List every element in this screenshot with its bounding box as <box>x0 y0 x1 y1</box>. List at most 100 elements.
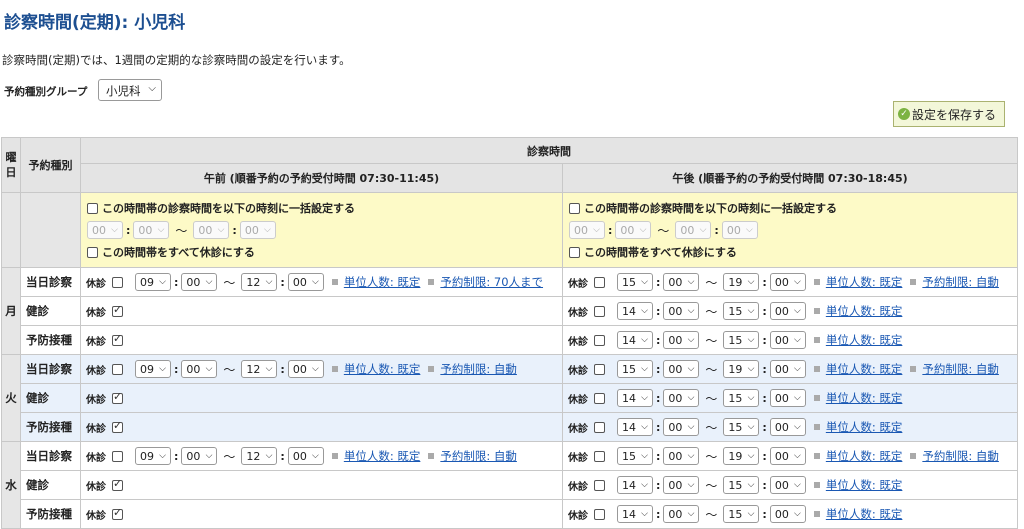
closed-checkbox[interactable] <box>112 303 123 317</box>
time-select[interactable]: 12 ⌵ <box>241 273 278 291</box>
time-select[interactable]: 09 ⌵ <box>135 360 171 378</box>
time-select[interactable]: 19 ⌵ <box>723 447 760 465</box>
closed-checkbox[interactable] <box>112 506 123 520</box>
closed-checkbox[interactable] <box>594 508 605 520</box>
units-link[interactable]: 単位人数: 既定 <box>826 332 903 348</box>
time-select[interactable]: 00 ⌵ <box>287 273 324 291</box>
time-select[interactable]: 00 ⌵ <box>769 273 806 291</box>
limit-link[interactable]: 予約制限: 自動 <box>440 448 517 464</box>
closed-checkbox[interactable] <box>594 305 605 317</box>
time-select[interactable]: 00 ⌵ <box>769 505 806 523</box>
closed-checkbox[interactable] <box>112 450 123 462</box>
closed-checkbox[interactable] <box>112 363 123 375</box>
time-select[interactable]: 19 ⌵ <box>723 360 760 378</box>
time-select[interactable]: 15 ⌵ <box>617 360 653 378</box>
units-link[interactable]: 単位人数: 既定 <box>826 361 903 377</box>
time-select[interactable]: 14 ⌵ <box>617 505 653 523</box>
time-select[interactable]: 00 ⌵ <box>663 418 700 436</box>
time-select[interactable]: 12 ⌵ <box>241 360 278 378</box>
time-select[interactable]: 15 ⌵ <box>617 447 653 465</box>
save-button[interactable]: ✓ 設定を保存する <box>893 101 1005 127</box>
time-select[interactable]: 00 ⌵ <box>663 476 700 494</box>
limit-link[interactable]: 予約制限: 自動 <box>440 361 517 377</box>
chevron-down-icon: ⌵ <box>747 364 755 374</box>
time-select[interactable]: 12 ⌵ <box>241 447 278 465</box>
limit-link[interactable]: 予約制限: 70人まで <box>440 274 543 290</box>
time-select[interactable]: 00 ⌵ <box>769 476 806 494</box>
units-link[interactable]: 単位人数: 既定 <box>826 419 903 435</box>
time-select[interactable]: 00 ⌵ <box>663 273 700 291</box>
limit-link[interactable]: 予約制限: 自動 <box>922 448 999 464</box>
closed-checkbox[interactable] <box>112 332 123 346</box>
chevron-down-icon: ⌵ <box>641 509 648 519</box>
time-select[interactable]: 19 ⌵ <box>723 273 760 291</box>
time-select[interactable]: 14 ⌵ <box>617 331 653 349</box>
time-select[interactable]: 00 ⌵ <box>663 447 700 465</box>
time-select[interactable]: 00 ⌵ <box>769 302 806 320</box>
time-select[interactable]: 00 ⌵ <box>287 360 324 378</box>
units-link[interactable]: 単位人数: 既定 <box>826 390 903 406</box>
closed-checkbox[interactable] <box>594 363 605 375</box>
pm-bulk-set-checkbox[interactable] <box>569 202 580 214</box>
time-select[interactable]: 00 ⌵ <box>133 221 170 239</box>
time-select[interactable]: 00 ⌵ <box>769 447 806 465</box>
time-select[interactable]: 00 ⌵ <box>615 221 652 239</box>
units-link[interactable]: 単位人数: 既定 <box>344 361 421 377</box>
time-select[interactable]: 14 ⌵ <box>617 302 653 320</box>
time-select[interactable]: 00 ⌵ <box>663 389 700 407</box>
closed-checkbox[interactable] <box>594 276 605 288</box>
units-link[interactable]: 単位人数: 既定 <box>826 506 903 522</box>
units-link[interactable]: 単位人数: 既定 <box>826 448 903 464</box>
time-select[interactable]: 00 ⌵ <box>193 221 230 239</box>
time-select[interactable]: 00 ⌵ <box>181 447 218 465</box>
time-select[interactable]: 15 ⌵ <box>723 302 760 320</box>
pm-bulk-closed-checkbox[interactable] <box>569 246 580 258</box>
time-select[interactable]: 14 ⌵ <box>617 418 653 436</box>
am-bulk-closed-checkbox[interactable] <box>87 246 98 258</box>
closed-checkbox[interactable] <box>112 390 123 404</box>
time-select[interactable]: 00 ⌵ <box>721 221 758 239</box>
closed-checkbox[interactable] <box>594 421 605 433</box>
closed-checkbox[interactable] <box>112 477 123 491</box>
units-link[interactable]: 単位人数: 既定 <box>344 448 421 464</box>
closed-checkbox[interactable] <box>112 419 123 433</box>
time-select[interactable]: 00 ⌵ <box>287 447 324 465</box>
time-select[interactable]: 15 ⌵ <box>617 273 653 291</box>
time-select[interactable]: 15 ⌵ <box>723 331 760 349</box>
closed-checkbox[interactable] <box>594 479 605 491</box>
time-select[interactable]: 09 ⌵ <box>135 447 171 465</box>
time-select[interactable]: 00 ⌵ <box>239 221 276 239</box>
units-link[interactable]: 単位人数: 既定 <box>344 274 421 290</box>
limit-link[interactable]: 予約制限: 自動 <box>922 361 999 377</box>
group-select[interactable]: 小児科 ⌵ <box>98 79 162 101</box>
time-select[interactable]: 00 ⌵ <box>769 331 806 349</box>
time-select[interactable]: 15 ⌵ <box>723 418 760 436</box>
time-select[interactable]: 09 ⌵ <box>135 273 171 291</box>
closed-checkbox[interactable] <box>594 334 605 346</box>
time-select[interactable]: 00 ⌵ <box>663 505 700 523</box>
closed-checkbox[interactable] <box>594 392 605 404</box>
time-select[interactable]: 00 ⌵ <box>675 221 712 239</box>
time-select[interactable]: 00 ⌵ <box>769 418 806 436</box>
time-select[interactable]: 14 ⌵ <box>617 389 653 407</box>
time-select[interactable]: 00 ⌵ <box>663 302 700 320</box>
time-select[interactable]: 15 ⌵ <box>723 505 760 523</box>
closed-checkbox[interactable] <box>112 276 123 288</box>
time-select[interactable]: 15 ⌵ <box>723 476 760 494</box>
am-bulk-set-checkbox[interactable] <box>87 202 98 214</box>
closed-checkbox[interactable] <box>594 450 605 462</box>
time-select[interactable]: 00 ⌵ <box>87 221 123 239</box>
time-select[interactable]: 14 ⌵ <box>617 476 653 494</box>
units-link[interactable]: 単位人数: 既定 <box>826 477 903 493</box>
time-select[interactable]: 15 ⌵ <box>723 389 760 407</box>
time-select[interactable]: 00 ⌵ <box>769 360 806 378</box>
time-select[interactable]: 00 ⌵ <box>569 221 605 239</box>
time-select[interactable]: 00 ⌵ <box>181 360 218 378</box>
units-link[interactable]: 単位人数: 既定 <box>826 303 903 319</box>
time-select[interactable]: 00 ⌵ <box>663 331 700 349</box>
limit-link[interactable]: 予約制限: 自動 <box>922 274 999 290</box>
time-select[interactable]: 00 ⌵ <box>769 389 806 407</box>
time-select[interactable]: 00 ⌵ <box>663 360 700 378</box>
units-link[interactable]: 単位人数: 既定 <box>826 274 903 290</box>
time-select[interactable]: 00 ⌵ <box>181 273 218 291</box>
